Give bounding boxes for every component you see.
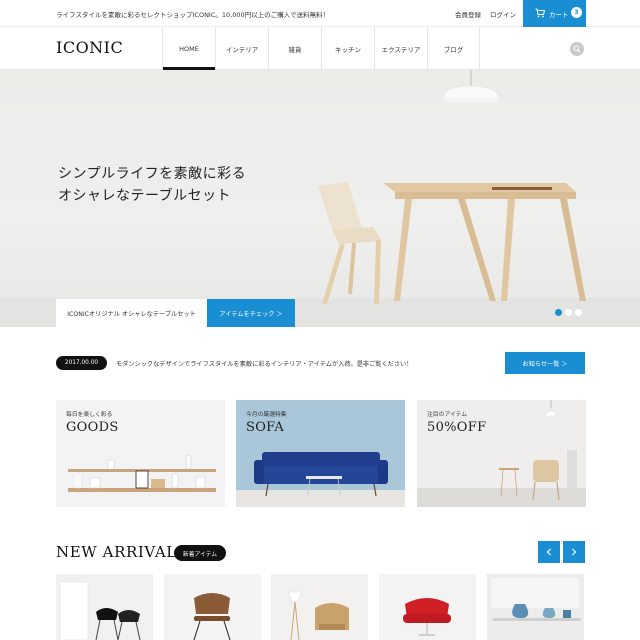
slider-dot[interactable]	[565, 309, 572, 316]
product-card[interactable]	[164, 574, 261, 640]
carousel-prev-button[interactable]	[538, 541, 560, 563]
product-image	[379, 574, 476, 640]
nav-item-home[interactable]: HOME	[162, 27, 215, 70]
category-card-goods[interactable]: 毎日を楽しく彩る GOODS	[56, 400, 225, 507]
product-image	[164, 574, 261, 640]
hero-slider: シンプルライフを素敵に彩る オシャレなテーブルセット ICONICオリジナル オ…	[0, 70, 640, 327]
nav-item-interior[interactable]: インテリア	[215, 27, 268, 70]
product-image	[487, 574, 584, 640]
chevron-left-icon	[546, 548, 551, 556]
news-date-badge: 2017.00.00	[56, 356, 107, 370]
product-card[interactable]	[271, 574, 368, 640]
main-nav: HOME インテリア 雑貨 キッチン エクステリア ブログ	[162, 27, 480, 70]
category-subtitle: 今月の厳選特集	[246, 412, 287, 418]
category-title: SOFA	[246, 420, 285, 435]
news-text[interactable]: モダンシックなデザインでライフスタイルを素敵に彩るインテリア・アイテムが入荷。是…	[116, 359, 412, 368]
product-card[interactable]	[379, 574, 476, 640]
site-header: ICONIC HOME インテリア 雑貨 キッチン エクステリア ブログ	[0, 27, 640, 70]
check-items-button[interactable]: アイテムをチェック ＞	[207, 299, 295, 327]
chevron-right-icon	[572, 548, 577, 556]
cart-button[interactable]: カート 3	[523, 0, 586, 27]
nav-item-kitchen[interactable]: キッチン	[321, 27, 374, 70]
category-subtitle: 毎日を楽しく彩る	[66, 412, 113, 418]
slider-dot[interactable]	[555, 309, 562, 316]
slider-dot[interactable]	[575, 309, 582, 316]
product-card[interactable]	[56, 574, 153, 640]
hero-headline-line2: オシャレなテーブルセット	[58, 188, 232, 204]
cart-count-badge: 3	[571, 7, 582, 18]
category-title: 50%OFF	[427, 420, 487, 435]
cart-icon	[535, 8, 545, 18]
site-logo[interactable]: ICONIC	[56, 38, 123, 57]
cart-label: カート	[549, 11, 569, 19]
category-card-sofa[interactable]: 今月の厳選特集 SOFA	[236, 400, 405, 507]
top-bar: ライフスタイルを素敵に彩るセレクトショップICONIC。10,000円以上のご購…	[0, 0, 640, 27]
hero-caption: ICONICオリジナル オシャレなテーブルセット	[56, 299, 207, 327]
product-card[interactable]	[487, 574, 584, 640]
new-arrival-badge: 新着アイテム	[174, 545, 226, 561]
new-arrival-title: NEW ARRIVAL	[56, 543, 177, 561]
news-list-button[interactable]: お知らせ一覧 ＞	[505, 352, 585, 374]
hero-headline: シンプルライフを素敵に彩る オシャレなテーブルセット	[58, 163, 246, 207]
category-subtitle: 注目のアイテム	[427, 412, 467, 418]
category-card-sale[interactable]: 注目のアイテム 50%OFF	[417, 400, 586, 507]
carousel-next-button[interactable]	[563, 541, 585, 563]
nav-item-goods[interactable]: 雑貨	[268, 27, 321, 70]
nav-item-blog[interactable]: ブログ	[427, 27, 480, 70]
shipping-notice: ライフスタイルを素敵に彩るセレクトショップICONIC。10,000円以上のご購…	[56, 11, 330, 19]
hero-headline-line1: シンプルライフを素敵に彩る	[58, 166, 247, 182]
product-image	[271, 574, 368, 640]
nav-item-exterior[interactable]: エクステリア	[374, 27, 427, 70]
register-link[interactable]: 会員登録	[455, 9, 481, 19]
login-link[interactable]: ログイン	[490, 9, 516, 19]
search-button[interactable]	[570, 42, 584, 56]
category-title: GOODS	[66, 420, 119, 435]
search-icon	[573, 45, 581, 53]
product-image	[56, 574, 153, 640]
slider-dots	[555, 309, 582, 316]
